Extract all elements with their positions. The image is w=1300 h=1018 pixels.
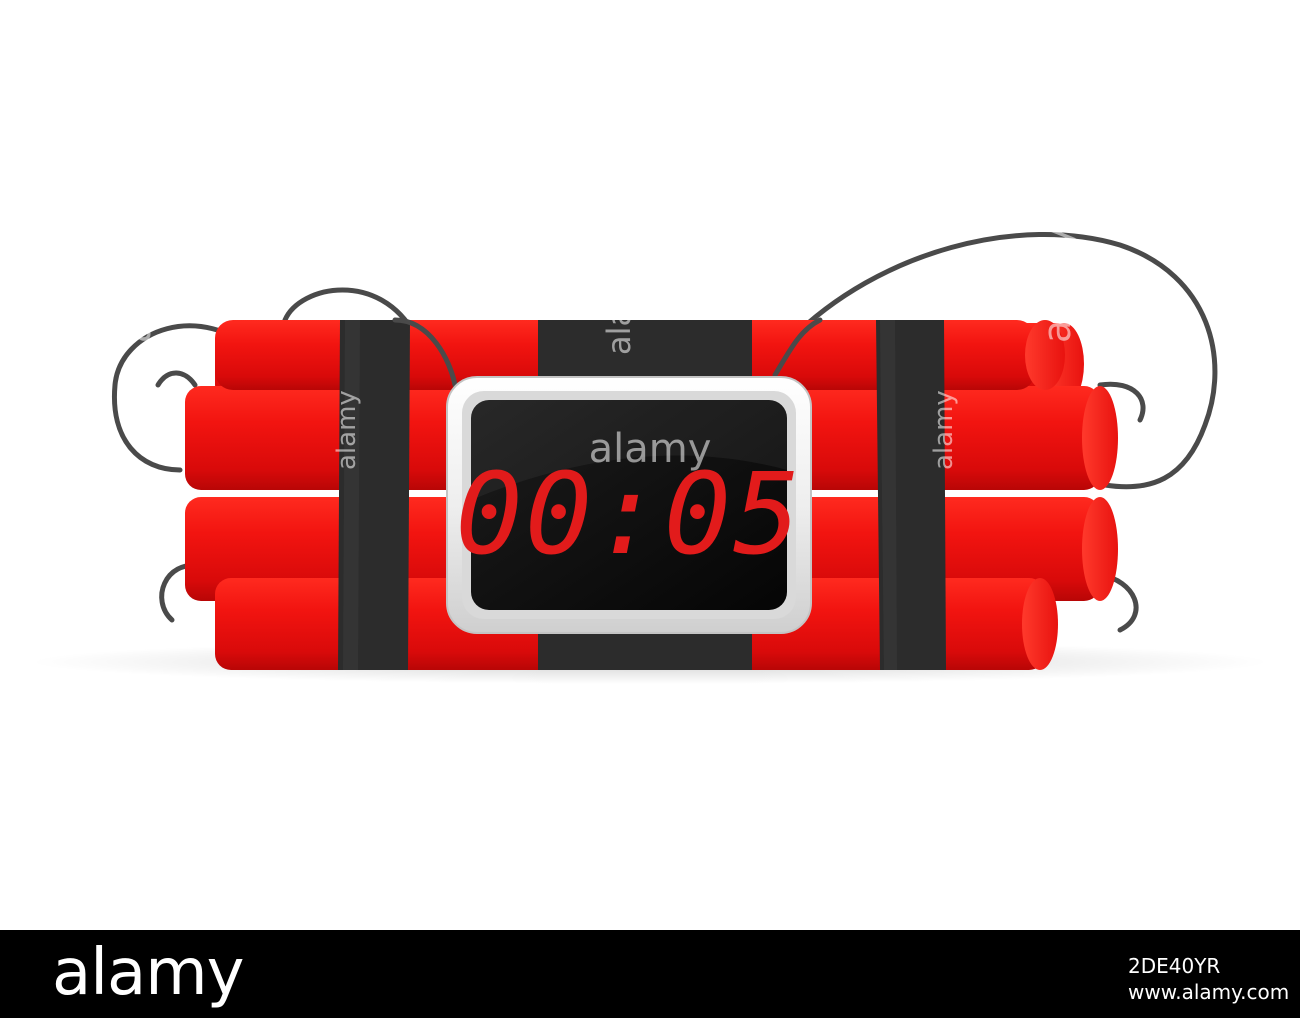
image-id: 2DE40YR	[1128, 954, 1221, 978]
site-url: www.alamy.com	[1128, 980, 1290, 1004]
watermark-left-1: alamy	[115, 226, 159, 343]
time-bomb-illustration: 00:05 alamy alamy alamy alamy alamy alam…	[30, 226, 1270, 684]
watermark-right-2: alamy	[1035, 226, 1079, 343]
watermark-mid: alamy	[600, 257, 638, 355]
watermark-right-1: alamy	[929, 390, 959, 470]
watermark-left-2: alamy	[332, 390, 362, 470]
brand-logo: alamy	[52, 936, 244, 1010]
watermark-center: alamy	[589, 426, 712, 472]
illustration-canvas: 00:05 alamy alamy alamy alamy alamy alam…	[0, 0, 1300, 930]
footer-bar: alamy	[0, 930, 1300, 1018]
